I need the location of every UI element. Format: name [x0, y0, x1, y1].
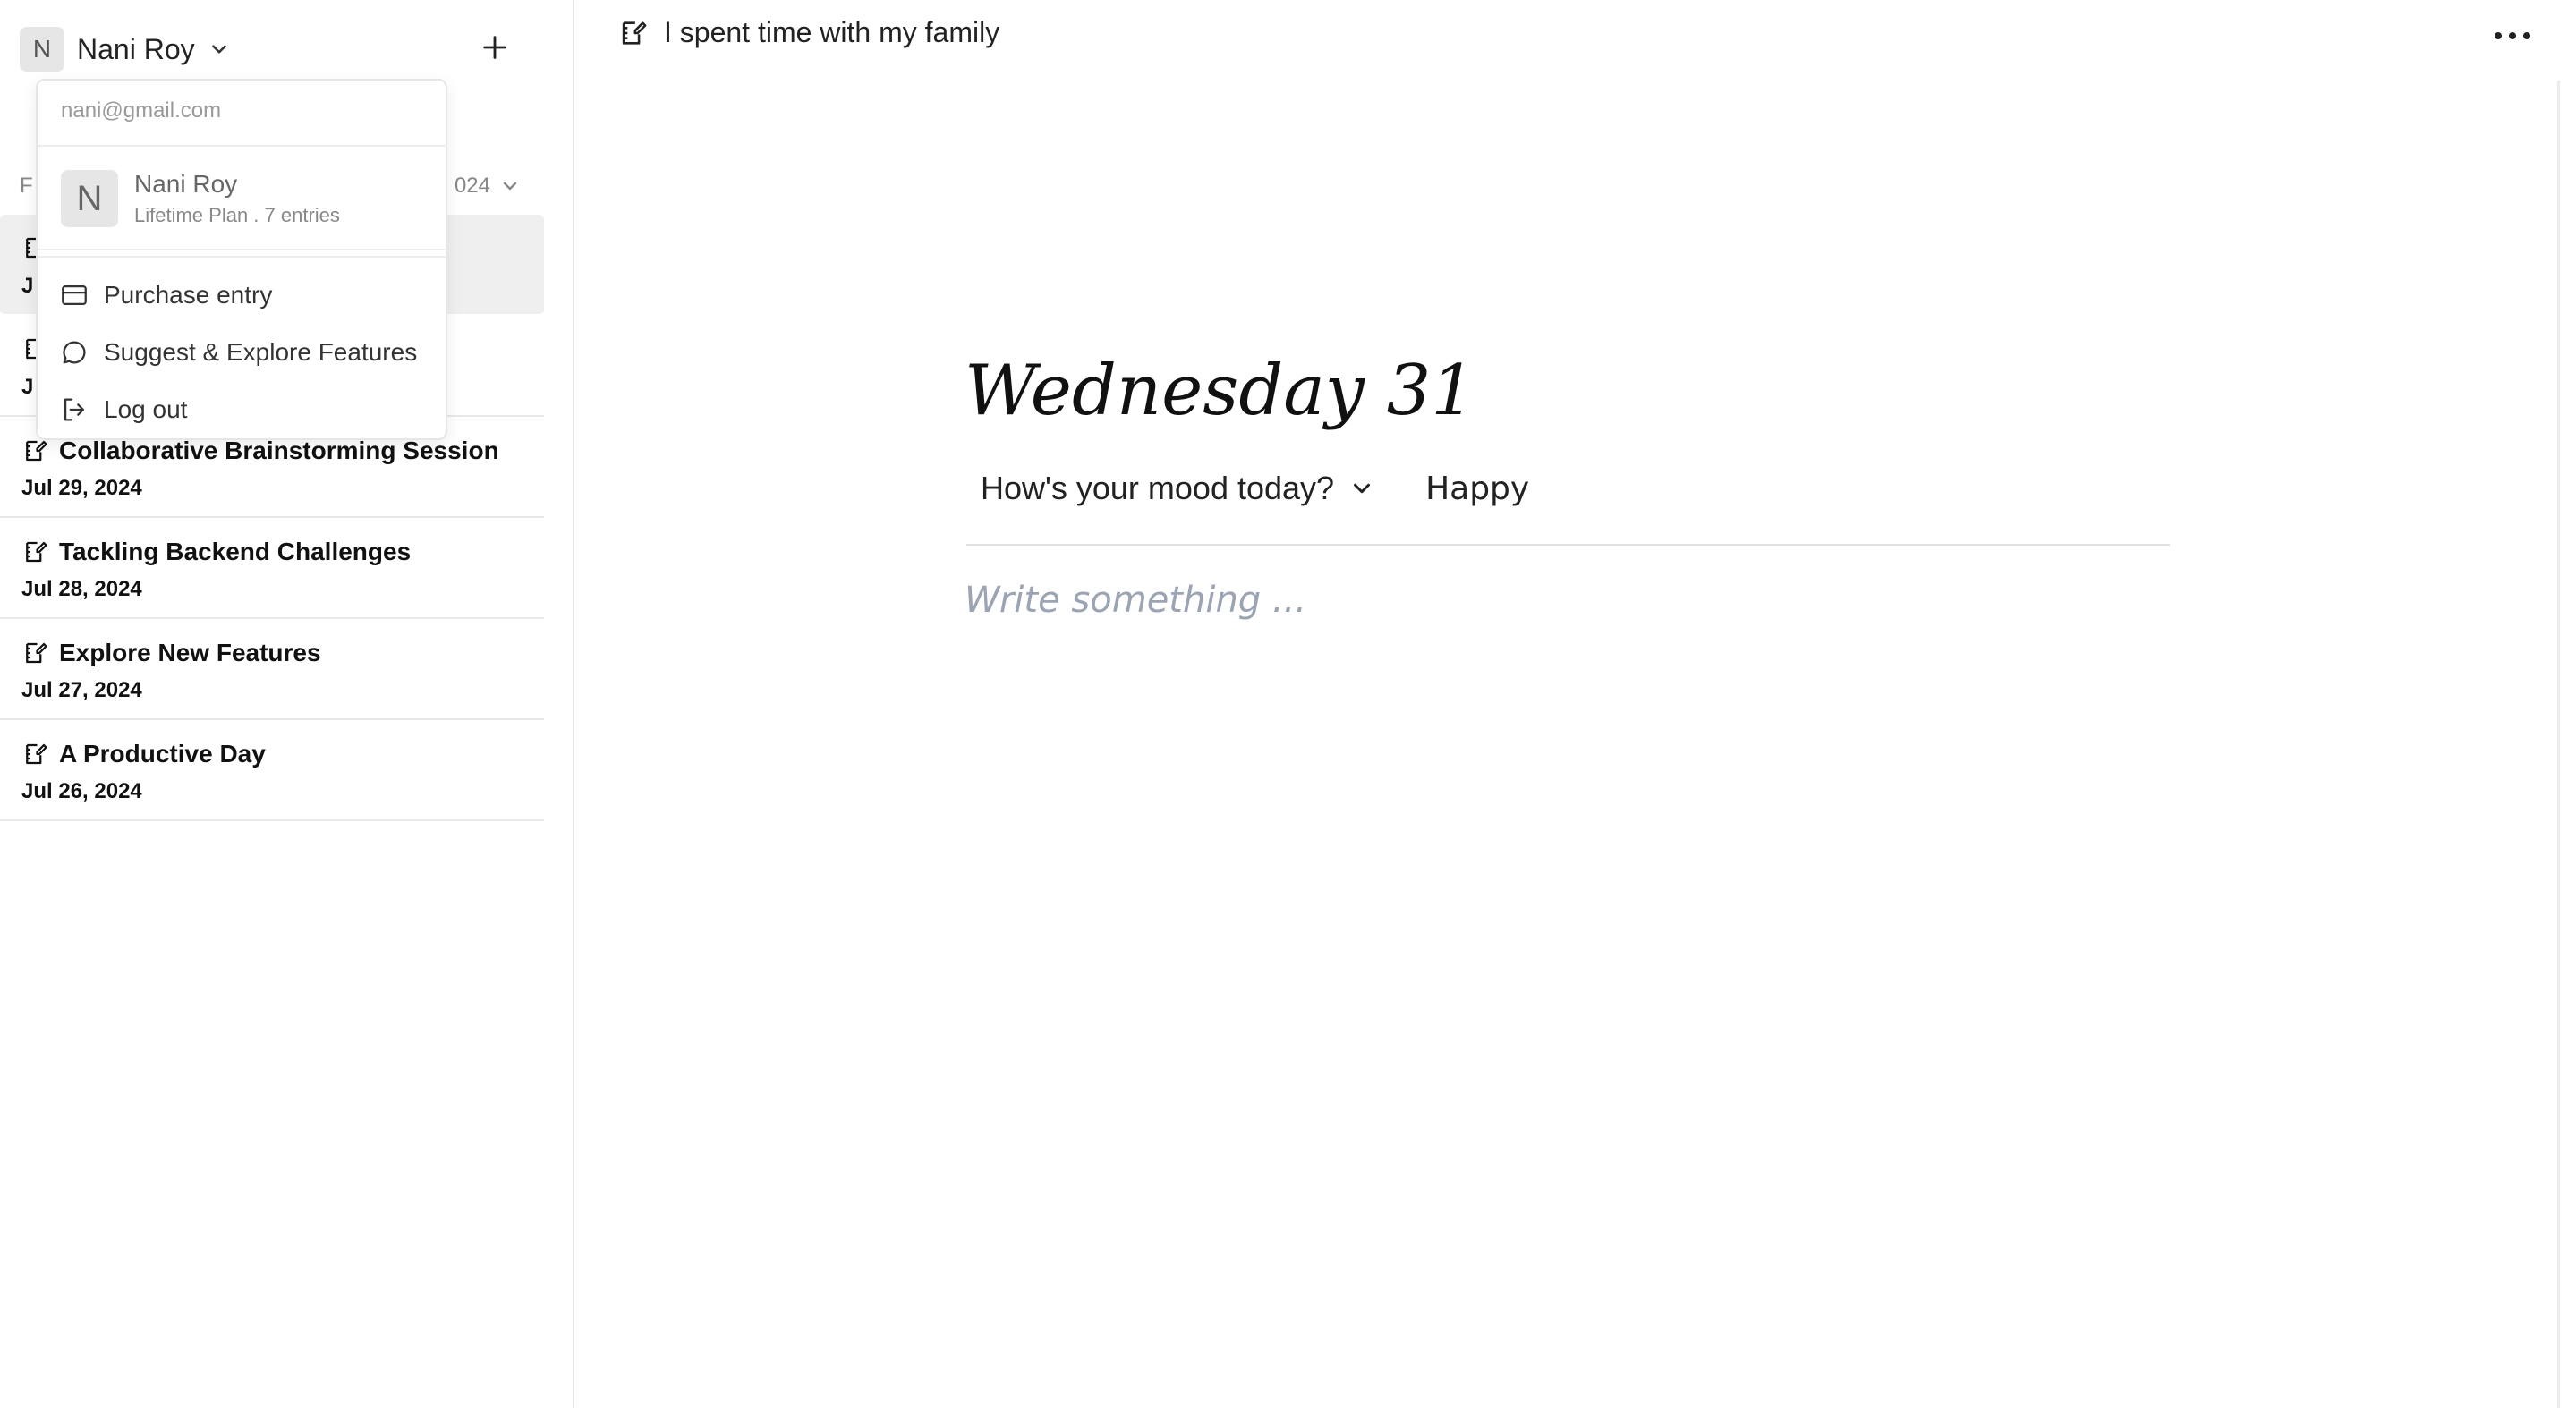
entry-date: J: [21, 274, 34, 298]
entry-title-row: Explore New Features: [21, 639, 321, 667]
journal-edit-icon: [622, 21, 647, 45]
journal-edit-icon: [26, 541, 47, 563]
entry-date: Jul 26, 2024: [21, 779, 142, 803]
menu-item-label: Suggest & Explore Features: [104, 338, 418, 366]
logout-menu-item[interactable]: Log out: [59, 388, 187, 431]
entry-date: Jul 27, 2024: [21, 678, 142, 702]
chevron-down-icon: [503, 182, 517, 191]
divider: [38, 256, 446, 258]
entry-title: Tackling Backend Challenges: [59, 538, 412, 565]
entry-header-title[interactable]: I spent time with my family: [664, 16, 999, 49]
avatar: N: [20, 27, 64, 72]
account-menu: nani@gmail.com N Nani Roy Lifetime Plan …: [36, 79, 447, 440]
mood-prompt: How's your mood today?: [981, 470, 1335, 506]
add-entry-button[interactable]: [474, 27, 515, 68]
scrollbar-track[interactable]: [2557, 81, 2560, 1408]
chevron-down-icon: [211, 45, 226, 54]
mood-select[interactable]: How's your mood today?: [966, 465, 1390, 512]
plus-icon: [483, 36, 506, 59]
journal-edit-icon: [26, 440, 47, 462]
entry-header: I spent time with my family: [617, 16, 999, 49]
entry-date: Jul 28, 2024: [21, 577, 142, 601]
more-options-button[interactable]: [2491, 20, 2534, 52]
year-filter[interactable]: 024: [455, 174, 521, 199]
mood-row: How's your mood today? Happy: [966, 465, 2170, 546]
journal-edit-icon: [26, 743, 47, 765]
entry-title: A Productive Day: [59, 740, 266, 768]
journal-edit-icon: [26, 642, 47, 664]
year-filter-label: 024: [454, 174, 490, 198]
day-heading: Wednesday 31: [965, 351, 1475, 431]
avatar: N: [61, 170, 118, 227]
credit-card-icon: [62, 284, 87, 306]
chevron-down-icon: [1354, 483, 1371, 494]
more-horizontal-icon: [2495, 32, 2530, 39]
sidebar: N Nani Roy F 024 J J Collaborative Brain…: [0, 0, 574, 1408]
divider: [38, 249, 446, 250]
entry-date: J: [21, 375, 34, 399]
mood-value: Happy: [1425, 470, 1530, 507]
logout-icon: [64, 398, 85, 421]
entry-title: Collaborative Brainstorming Session: [59, 437, 499, 464]
entry-title-row: Collaborative Brainstorming Session: [21, 437, 499, 465]
list-item[interactable]: Tackling Backend Challenges Jul 28, 2024: [0, 518, 544, 619]
entry-editor[interactable]: Write something ...: [965, 580, 2168, 651]
menu-item-label: Log out: [104, 395, 188, 423]
account-name: Nani Roy: [134, 170, 238, 198]
purchase-entry-menu-item[interactable]: Purchase entry: [59, 274, 272, 317]
filter-label: F: [20, 174, 33, 198]
entry-title: Explore New Features: [59, 639, 321, 666]
list-item[interactable]: A Productive Day Jul 26, 2024: [0, 720, 544, 821]
account-plan: Lifetime Plan . 7 entries: [134, 204, 340, 226]
entry-title-row: A Productive Day: [21, 740, 266, 768]
entry-title-row: Tackling Backend Challenges: [21, 538, 411, 566]
divider: [38, 145, 446, 147]
user-switcher[interactable]: N Nani Roy: [20, 27, 231, 72]
menu-item-label: Purchase entry: [104, 281, 273, 309]
suggest-features-menu-item[interactable]: Suggest & Explore Features: [59, 331, 417, 374]
list-item[interactable]: Explore New Features Jul 27, 2024: [0, 619, 544, 720]
user-name: Nani Roy: [77, 32, 195, 65]
account-summary: N Nani Roy Lifetime Plan . 7 entries: [61, 170, 340, 227]
chat-bubble-icon: [63, 341, 86, 364]
entry-date: Jul 29, 2024: [21, 476, 142, 500]
account-email: nani@gmail.com: [61, 98, 222, 123]
